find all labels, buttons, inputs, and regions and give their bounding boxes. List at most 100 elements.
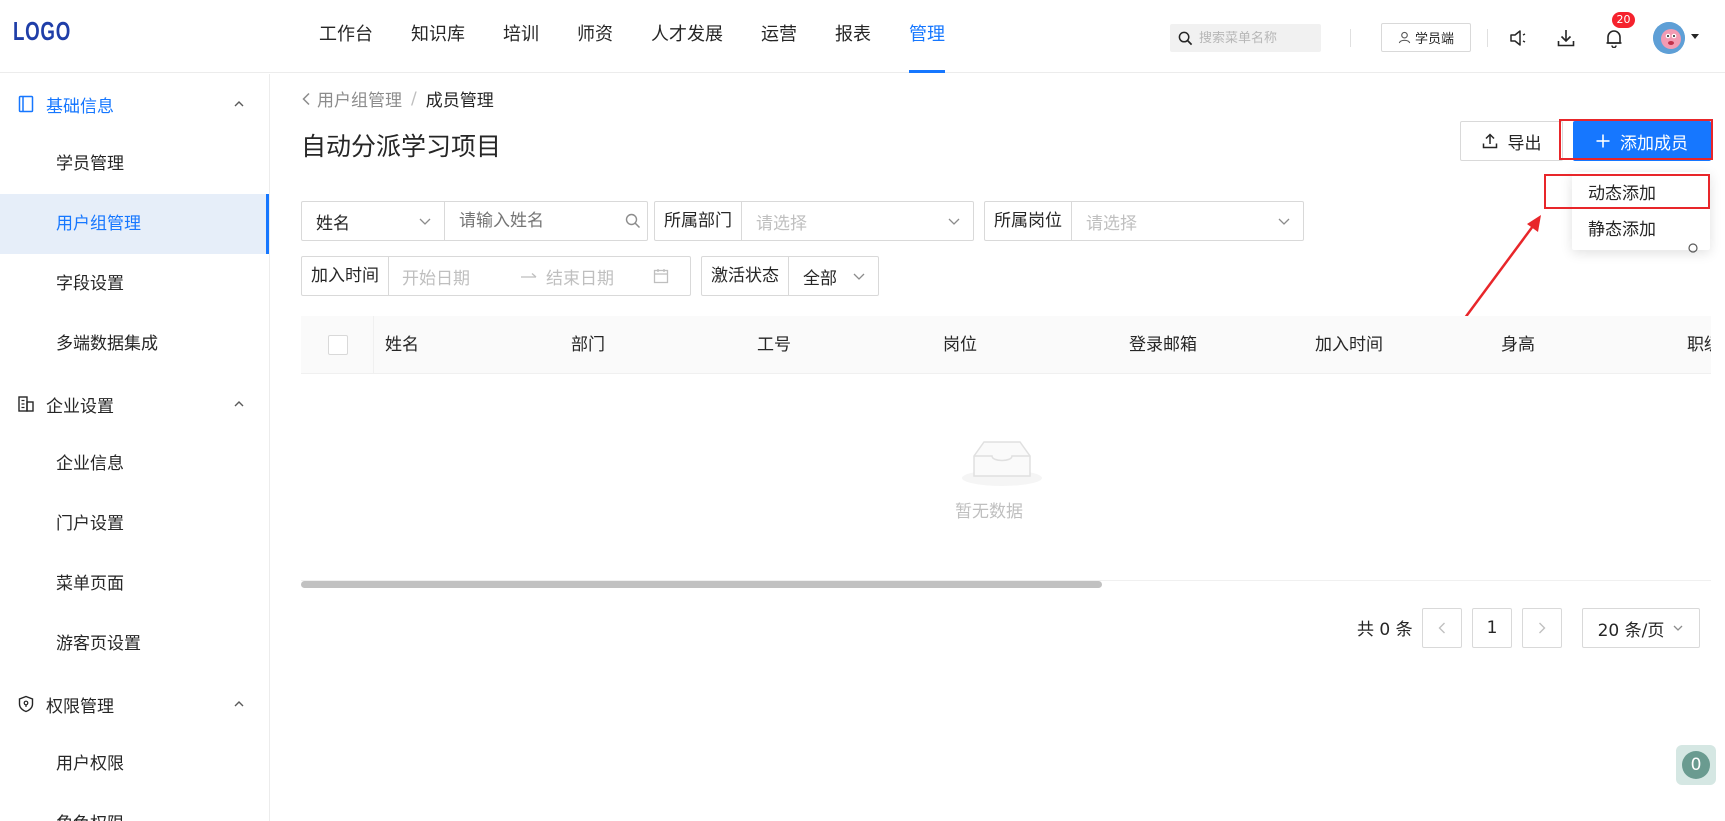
page-size-select[interactable]: 20 条/页 bbox=[1582, 608, 1700, 648]
sidebar-group-basic-info[interactable]: 基础信息 bbox=[0, 74, 269, 134]
sidebar-item-menu-pages[interactable]: 菜单页面 bbox=[0, 554, 269, 614]
chevron-left-icon bbox=[1438, 622, 1445, 634]
topnav-teachers[interactable]: 师资 bbox=[558, 0, 632, 73]
department-placeholder: 请选择 bbox=[756, 213, 807, 234]
position-placeholder: 请选择 bbox=[1086, 213, 1137, 234]
topnav-talent[interactable]: 人才发展 bbox=[632, 0, 742, 73]
menu-search[interactable] bbox=[1170, 24, 1321, 52]
sidebar-item-role-permissions[interactable]: 角色权限 bbox=[0, 794, 269, 821]
floating-help-badge[interactable]: 0 bbox=[1676, 745, 1716, 785]
position-label: 所属岗位 bbox=[985, 202, 1072, 240]
gear-icon[interactable] bbox=[1686, 241, 1700, 255]
sidebar: 基础信息 学员管理 用户组管理 字段设置 多端数据集成 企业设置 企业信息 门户… bbox=[0, 74, 270, 821]
user-icon bbox=[1398, 31, 1411, 44]
position-filter[interactable]: 所属岗位 请选择 bbox=[984, 201, 1304, 241]
status-value: 全部 bbox=[803, 268, 837, 289]
status-filter[interactable]: 激活状态 全部 bbox=[701, 256, 879, 296]
sidebar-item-students[interactable]: 学员管理 bbox=[0, 134, 269, 194]
department-select[interactable]: 请选择 bbox=[742, 202, 973, 240]
sidebar-group-permissions[interactable]: 权限管理 bbox=[0, 674, 269, 734]
top-header: LOGO 工作台 知识库 培训 师资 人才发展 运营 报表 管理 学员端 bbox=[0, 0, 1725, 73]
upload-icon bbox=[1482, 133, 1497, 149]
chevron-down-icon bbox=[948, 218, 960, 225]
status-label: 激活状态 bbox=[702, 257, 789, 295]
calendar-icon bbox=[653, 269, 669, 284]
join-time-filter[interactable]: 加入时间 开始日期 结束日期 bbox=[301, 256, 691, 296]
horizontal-scrollbar[interactable] bbox=[301, 581, 1102, 588]
topnav-workbench[interactable]: 工作台 bbox=[300, 0, 392, 73]
sidebar-item-user-groups[interactable]: 用户组管理 bbox=[0, 194, 269, 254]
avatar[interactable] bbox=[1653, 22, 1685, 54]
breadcrumb: 用户组管理 / 成员管理 bbox=[301, 86, 494, 111]
column-header-department[interactable]: 部门 bbox=[571, 316, 605, 373]
sidebar-item-user-permissions[interactable]: 用户权限 bbox=[0, 734, 269, 794]
speaker-icon[interactable] bbox=[1507, 27, 1529, 49]
add-member-button[interactable]: 添加成员 bbox=[1573, 121, 1711, 161]
top-nav: 工作台 知识库 培训 师资 人才发展 运营 报表 管理 bbox=[300, 0, 964, 73]
header-divider bbox=[1350, 29, 1351, 47]
student-portal-button[interactable]: 学员端 bbox=[1381, 23, 1471, 52]
column-header-name[interactable]: 姓名 bbox=[385, 316, 419, 373]
select-all-checkbox[interactable] bbox=[328, 335, 348, 355]
table-header: 姓名 部门 工号 岗位 登录邮箱 加入时间 身高 职级 bbox=[301, 316, 1711, 374]
download-icon[interactable] bbox=[1555, 27, 1577, 49]
sidebar-item-enterprise-info[interactable]: 企业信息 bbox=[0, 434, 269, 494]
column-header-position[interactable]: 岗位 bbox=[943, 316, 977, 373]
join-time-label: 加入时间 bbox=[302, 257, 389, 295]
name-field-select[interactable]: 姓名 bbox=[302, 202, 445, 240]
chevron-up-icon[interactable] bbox=[233, 698, 245, 710]
topnav-manage[interactable]: 管理 bbox=[890, 0, 964, 73]
sidebar-group-label: 基础信息 bbox=[46, 96, 114, 117]
building-icon bbox=[16, 394, 36, 414]
chevron-down-icon bbox=[419, 218, 431, 225]
avatar-caret-icon[interactable] bbox=[1691, 34, 1699, 39]
page-size-value: 20 条/页 bbox=[1597, 620, 1665, 641]
search-icon[interactable] bbox=[625, 213, 641, 229]
column-header-height[interactable]: 身高 bbox=[1501, 316, 1535, 373]
sidebar-group-enterprise[interactable]: 企业设置 bbox=[0, 374, 269, 434]
chevron-right-icon bbox=[1539, 622, 1546, 634]
dynamic-add-option[interactable]: 动态添加 bbox=[1572, 176, 1710, 212]
student-portal-label: 学员端 bbox=[1414, 32, 1454, 47]
next-page-button[interactable] bbox=[1522, 608, 1562, 648]
bell-icon[interactable] bbox=[1603, 27, 1625, 49]
logo[interactable]: LOGO bbox=[13, 16, 71, 47]
position-select[interactable]: 请选择 bbox=[1072, 202, 1303, 240]
header-divider bbox=[1487, 29, 1488, 47]
department-filter[interactable]: 所属部门 请选择 bbox=[654, 201, 974, 241]
sidebar-item-data-integration[interactable]: 多端数据集成 bbox=[0, 314, 269, 374]
topnav-knowledge[interactable]: 知识库 bbox=[392, 0, 484, 73]
total-count: 共 0 条 bbox=[1357, 620, 1413, 640]
name-search-input[interactable] bbox=[459, 211, 619, 231]
chevron-down-icon bbox=[1278, 218, 1290, 225]
menu-search-input[interactable] bbox=[1199, 30, 1315, 46]
sidebar-item-field-settings[interactable]: 字段设置 bbox=[0, 254, 269, 314]
sidebar-item-portal-settings[interactable]: 门户设置 bbox=[0, 494, 269, 554]
column-header-employee-id[interactable]: 工号 bbox=[757, 316, 791, 373]
breadcrumb-back-link[interactable]: 用户组管理 bbox=[301, 86, 402, 111]
end-date-placeholder[interactable]: 结束日期 bbox=[546, 264, 650, 289]
topnav-operations[interactable]: 运营 bbox=[742, 0, 816, 73]
page-number-button[interactable]: 1 bbox=[1472, 608, 1512, 648]
add-member-dropdown: 动态添加 静态添加 bbox=[1572, 172, 1710, 250]
start-date-placeholder[interactable]: 开始日期 bbox=[402, 264, 506, 289]
sidebar-item-guest-page[interactable]: 游客页设置 bbox=[0, 614, 269, 674]
column-header-email[interactable]: 登录邮箱 bbox=[1129, 316, 1197, 373]
column-header-rank[interactable]: 职级 bbox=[1687, 316, 1711, 373]
export-button[interactable]: 导出 bbox=[1460, 121, 1563, 161]
topnav-reports[interactable]: 报表 bbox=[816, 0, 890, 73]
chevron-up-icon[interactable] bbox=[233, 398, 245, 410]
topnav-training[interactable]: 培训 bbox=[484, 0, 558, 73]
column-header-join-time[interactable]: 加入时间 bbox=[1315, 316, 1383, 373]
export-label: 导出 bbox=[1507, 133, 1542, 154]
avatar-image bbox=[1653, 22, 1685, 54]
floating-badge-count: 0 bbox=[1682, 751, 1710, 779]
prev-page-button[interactable] bbox=[1422, 608, 1462, 648]
status-select[interactable]: 全部 bbox=[789, 257, 878, 295]
empty-state-icon bbox=[960, 432, 1044, 492]
chevron-up-icon[interactable] bbox=[233, 98, 245, 110]
plus-icon bbox=[1596, 134, 1610, 148]
notification-badge: 20 bbox=[1612, 12, 1635, 28]
department-label: 所属部门 bbox=[655, 202, 742, 240]
page-title: 自动分派学习项目 bbox=[301, 132, 502, 161]
